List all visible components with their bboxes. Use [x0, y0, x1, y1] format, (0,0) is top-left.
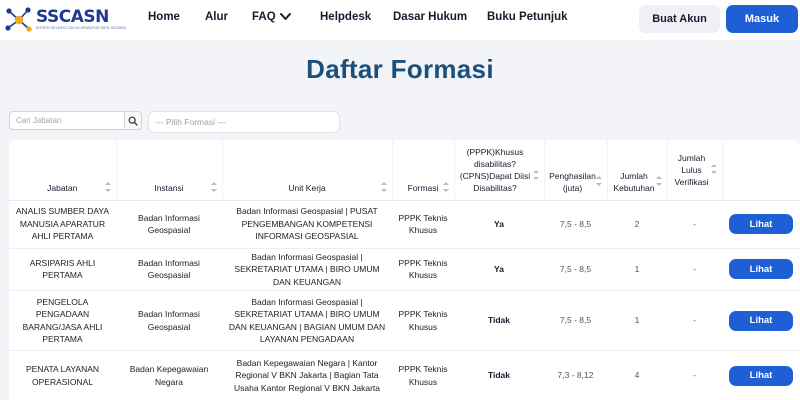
cell-instansi: Badan Informasi Geospasial: [116, 200, 222, 249]
cell-kebutuhan: 1: [607, 290, 667, 351]
cell-disabilitas: Tidak: [454, 350, 544, 400]
cell-penghasilan: 7,5 - 8,5: [544, 290, 607, 351]
nav-dasar-hukum[interactable]: Dasar Hukum: [393, 11, 467, 23]
masuk-button[interactable]: Masuk: [726, 5, 798, 33]
sort-icon: [104, 181, 111, 192]
cell-jabatan: ARSIPARIS AHLI PERTAMA: [9, 248, 116, 291]
header-formasi[interactable]: Formasi: [392, 140, 455, 201]
cell-action: Lihat: [722, 350, 800, 400]
cell-kebutuhan: 1: [607, 248, 667, 291]
cell-unit-kerja: Badan Informasi Geospasial | SEKRETARIAT…: [222, 248, 392, 291]
cell-unit-kerja: Badan Informasi Geospasial | SEKRETARIAT…: [222, 290, 392, 351]
nav-helpdesk[interactable]: Helpdesk: [320, 11, 371, 23]
cell-action: Lihat: [722, 248, 800, 291]
cell-instansi: Badan Kepegawaian Negara: [116, 350, 222, 400]
formasi-select[interactable]: --- Pilih Formasi ---: [148, 111, 340, 133]
sort-icon: [210, 181, 217, 192]
logo-tagline: SISTEM SELEKSI CALON APARATUR SIPIL NEGA…: [36, 26, 127, 30]
cell-lulus: -: [667, 350, 722, 400]
page-title: Daftar Formasi: [306, 54, 494, 84]
header-aksi: [722, 140, 800, 201]
cell-lulus: -: [667, 200, 722, 249]
cell-jabatan: PENATA LAYANAN OPERASIONAL: [9, 350, 116, 400]
nav-faq[interactable]: FAQ: [252, 11, 276, 23]
cell-penghasilan: 7,5 - 8,5: [544, 248, 607, 291]
header-lulus[interactable]: Jumlah Lulus Verifikasi: [667, 140, 723, 201]
cell-formasi: PPPK Teknis Khusus: [392, 248, 454, 291]
cell-formasi: PPPK Teknis Khusus: [392, 200, 454, 249]
header-unit-kerja[interactable]: Unit Kerja: [222, 140, 393, 201]
cell-action: Lihat: [722, 200, 800, 249]
search-icon: [128, 116, 138, 126]
sort-icon: [595, 175, 602, 186]
cell-jabatan: ANALIS SUMBER DAYA MANUSIA APARATUR AHLI…: [9, 200, 116, 249]
cell-unit-kerja: Badan Informasi Geospasial | PUSAT PENGE…: [222, 200, 392, 249]
table-row: PENATA LAYANAN OPERASIONAL Badan Kepegaw…: [9, 350, 800, 400]
sort-icon: [710, 164, 717, 174]
cell-lulus: -: [667, 290, 722, 351]
header-kebutuhan[interactable]: Jumlah Kebutuhan: [607, 140, 668, 201]
formasi-table: Jabatan Instansi Unit Kerja Formasi (PPP…: [9, 140, 800, 400]
sort-icon: [532, 169, 539, 180]
cell-instansi: Badan Informasi Geospasial: [116, 248, 222, 291]
cell-formasi: PPPK Teknis Khusus: [392, 290, 454, 351]
table-row: PENGELOLA PENGADAAN BARANG/JASA AHLI PER…: [9, 290, 800, 351]
cell-kebutuhan: 4: [607, 350, 667, 400]
cell-disabilitas: Ya: [454, 248, 544, 291]
search-input[interactable]: [9, 111, 124, 130]
buat-akun-button[interactable]: Buat Akun: [639, 5, 720, 33]
cell-jabatan: PENGELOLA PENGADAAN BARANG/JASA AHLI PER…: [9, 290, 116, 351]
lihat-button[interactable]: Lihat: [729, 259, 793, 280]
nav-home[interactable]: Home: [148, 11, 180, 23]
lihat-button[interactable]: Lihat: [729, 365, 793, 386]
sscasn-logo[interactable]: SSCASN SISTEM SELEKSI CALON APARATUR SIP…: [4, 6, 126, 34]
cell-unit-kerja: Badan Kepegawaian Negara | Kantor Region…: [222, 350, 392, 400]
cell-penghasilan: 7,3 - 8,12: [544, 350, 607, 400]
sort-icon: [442, 181, 449, 192]
cell-kebutuhan: 2: [607, 200, 667, 249]
header-instansi[interactable]: Instansi: [116, 140, 223, 201]
cell-lulus: -: [667, 248, 722, 291]
table-header-row: Jabatan Instansi Unit Kerja Formasi (PPP…: [9, 140, 800, 201]
cell-action: Lihat: [722, 290, 800, 351]
lihat-button[interactable]: Lihat: [729, 310, 793, 331]
header-disabilitas[interactable]: (PPPK)Khusus disabilitas? (CPNS)Dapat Di…: [454, 140, 545, 201]
cell-formasi: PPPK Teknis Khusus: [392, 350, 454, 400]
nav-alur[interactable]: Alur: [205, 11, 228, 23]
nav-buku-petunjuk[interactable]: Buku Petunjuk: [487, 11, 568, 23]
cell-penghasilan: 7,5 - 8,5: [544, 200, 607, 249]
search-jabatan: [9, 111, 142, 130]
sort-icon: [655, 175, 662, 186]
navbar: SSCASN SISTEM SELEKSI CALON APARATUR SIP…: [0, 0, 800, 40]
header-penghasilan[interactable]: Penghasilan (juta): [544, 140, 608, 201]
cell-instansi: Badan Informasi Geospasial: [116, 290, 222, 351]
lihat-button[interactable]: Lihat: [729, 214, 793, 234]
chevron-down-icon[interactable]: [280, 12, 291, 21]
cell-disabilitas: Ya: [454, 200, 544, 249]
table-row: ANALIS SUMBER DAYA MANUSIA APARATUR AHLI…: [9, 200, 800, 249]
logo-name: SSCASN: [36, 7, 109, 27]
cell-disabilitas: Tidak: [454, 290, 544, 351]
network-logo-icon: [5, 7, 32, 32]
table-row: ARSIPARIS AHLI PERTAMA Badan Informasi G…: [9, 248, 800, 291]
search-button[interactable]: [124, 111, 142, 130]
header-jabatan[interactable]: Jabatan: [9, 140, 117, 201]
sort-icon: [380, 181, 387, 192]
